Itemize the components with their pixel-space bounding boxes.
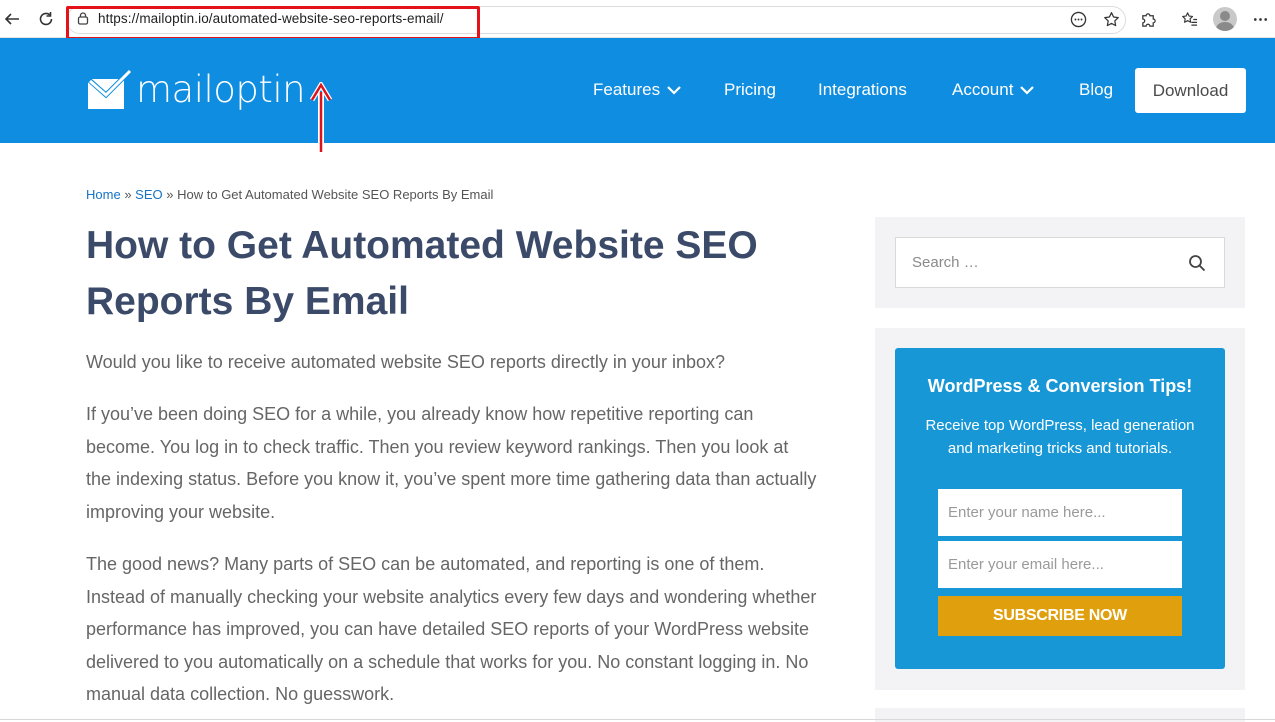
nav-pricing[interactable]: Pricing [724,80,776,100]
paragraph-line: improving your website. [86,501,276,522]
nav-integrations-label: Integrations [818,80,907,99]
nav-pricing-label: Pricing [724,80,776,99]
reload-button[interactable] [34,7,58,31]
optin-description: Receive top WordPress, lead generation a… [915,414,1205,460]
envelope-logo-icon [86,68,132,109]
optin-description-line: Receive top WordPress, lead generation [925,417,1195,434]
chevron-down-icon [1020,86,1035,95]
breadcrumb-category[interactable]: SEO [135,187,162,202]
paragraph-line: manual data collection. No guesswork. [86,684,395,704]
profile-avatar[interactable] [1213,7,1237,31]
breadcrumb-separator: » [166,187,174,202]
browser-toolbar: https://mailoptin.io/automated-website-s… [0,0,1275,40]
search-icon[interactable] [1188,254,1206,272]
email-field[interactable] [938,541,1182,588]
paragraph-line: If you’ve been doing SEO for a while, yo… [86,404,754,424]
site-logo[interactable]: mailoptin [86,68,306,111]
name-field[interactable] [938,489,1182,536]
viewport-bottom-border [0,719,1275,720]
breadcrumb: Home » SEO » How to Get Automated Websit… [86,187,493,202]
back-button[interactable] [0,7,24,31]
settings-menu-button[interactable] [1250,9,1270,29]
reload-icon [39,12,53,26]
extensions-button[interactable] [1138,9,1158,29]
paragraph-line: Instead of manually checking your websit… [86,586,817,607]
nav-features[interactable]: Features [593,80,682,100]
breadcrumb-separator: » [124,187,132,202]
search-input[interactable] [895,237,1225,288]
annotation-arrow-icon [310,82,332,152]
subscribe-button[interactable]: SUBSCRIBE NOW [938,596,1182,636]
sidebar-search-widget [875,217,1245,308]
nav-blog[interactable]: Blog [1079,80,1113,100]
page-title: How to Get Automated Website SEO Reports… [86,218,846,330]
site-header: mailoptin Features Pricing Integrations … [0,38,1275,152]
nav-integrations[interactable]: Integrations [818,80,907,100]
breadcrumb-current: How to Get Automated Website SEO Reports… [177,187,494,202]
paragraph-line: performance has improved, you can have d… [86,619,810,639]
newsletter-optin-form: WordPress & Conversion Tips! Receive top… [895,348,1225,669]
chevron-down-icon [667,86,681,95]
article-paragraph: The good news? Many parts of SEO can be … [86,548,856,711]
paragraph-line: the indexing status. Before you know it,… [86,469,817,489]
sidebar-optin-widget: WordPress & Conversion Tips! Receive top… [875,328,1245,690]
nav-blog-label: Blog [1079,80,1114,99]
arrow-left-icon [4,13,19,25]
favorite-button[interactable] [1101,9,1121,29]
paragraph-line: become. You log in to check traffic. The… [86,436,789,457]
paragraph-line: delivered to you automatically on a sche… [86,651,809,672]
download-button[interactable]: Download [1135,68,1246,113]
optin-title: WordPress & Conversion Tips! [927,376,1193,396]
logo-text: mailoptin [136,68,306,111]
paragraph-line: Would you like to receive automated webs… [86,352,725,372]
article-paragraph: If you’ve been doing SEO for a while, yo… [86,398,856,528]
star-list-icon [1181,11,1197,26]
dots-circle-icon [1070,11,1086,27]
more-horizontal-icon [1253,17,1267,21]
page-title-line: Reports By Email [86,280,409,323]
puzzle-icon [1141,12,1156,27]
nav-account-label: Account [952,80,1014,99]
nav-account[interactable]: Account [952,80,1035,100]
paragraph-line: The good news? Many parts of SEO can be … [86,554,765,574]
url-annotation-box [66,6,480,40]
star-icon [1103,11,1119,26]
breadcrumb-home[interactable]: Home [86,187,121,202]
more-info-button[interactable] [1068,9,1088,29]
page-title-line: How to Get Automated Website SEO [86,224,758,267]
nav-features-label: Features [593,80,661,99]
article-paragraph: Would you like to receive automated webs… [86,346,856,379]
favorites-list-button[interactable] [1179,9,1199,29]
optin-description-line: and marketing tricks and tutorials. [947,440,1173,457]
